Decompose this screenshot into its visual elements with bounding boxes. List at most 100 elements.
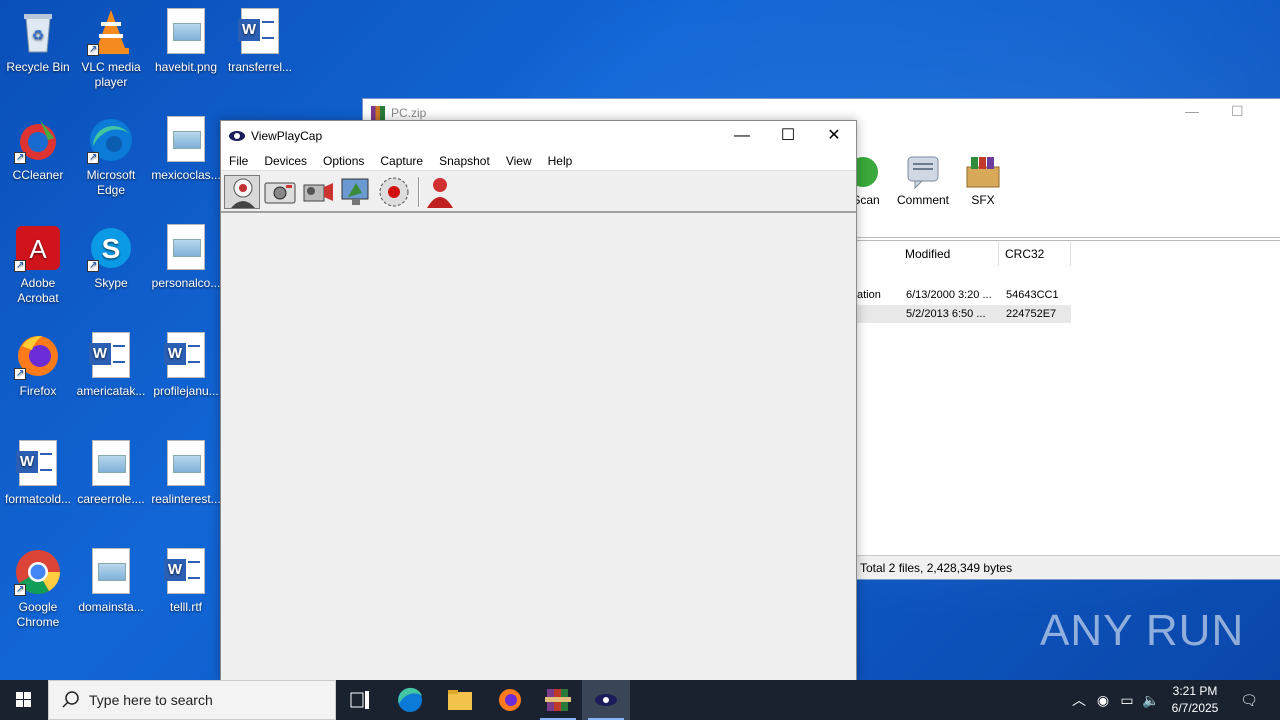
desktop-icon-domainsta[interactable]: domainsta... (73, 548, 149, 615)
svg-text:♻: ♻ (32, 27, 45, 43)
snapshot-camera-button[interactable] (262, 175, 298, 209)
desktop-icon-adobe-acrobat[interactable]: A Adobe Acrobat (0, 224, 76, 306)
desktop-icon-label: profilejanu... (153, 384, 219, 398)
tray-network-icon[interactable]: ▭ (1116, 680, 1138, 720)
maximize-button[interactable]: ☐ (765, 121, 811, 151)
menu-devices[interactable]: Devices (256, 151, 315, 171)
tray-overflow-chevron-icon[interactable]: ︿ (1068, 680, 1090, 720)
desktop-icon-formatcold[interactable]: W formatcold... (0, 440, 76, 507)
menu-snapshot[interactable]: Snapshot (431, 151, 498, 171)
desktop-icon-label: Adobe Acrobat (17, 276, 59, 305)
taskbar-clock[interactable]: 3:21 PM 6/7/2025 (1160, 683, 1230, 717)
desktop-icon-careerrole[interactable]: careerrole.... (73, 440, 149, 507)
notification-center-icon[interactable]: 🗨 (1234, 680, 1264, 720)
winrar-toolbar-divider (857, 237, 1280, 241)
taskbar-winrar[interactable] (534, 680, 582, 720)
desktop-icon-vlc[interactable]: VLC media player (73, 8, 149, 90)
desktop-icon-profilejanu[interactable]: W profilejanu... (148, 332, 224, 399)
desktop-icon-ccleaner[interactable]: CCleaner (0, 116, 76, 183)
camera-icon (264, 182, 296, 204)
taskbar-firefox[interactable] (486, 680, 534, 720)
viewplaycap-toolbar (221, 171, 856, 213)
desktop-icon-americatak[interactable]: W americatak... (73, 332, 149, 399)
desktop-icon-label: havebit.png (154, 60, 218, 74)
start-button[interactable] (0, 680, 48, 720)
taskbar-viewplaycap[interactable] (582, 680, 630, 720)
menu-view[interactable]: View (498, 151, 540, 171)
desktop-icon-recycle-bin[interactable]: ♻ Recycle Bin (0, 8, 76, 75)
clock-date: 6/7/2025 (1171, 701, 1219, 715)
file-row-modified[interactable]: 6/13/2000 3:20 ... (906, 289, 992, 301)
desktop-icon-label: Firefox (19, 384, 57, 398)
file-row-crc[interactable]: 224752E7 (1006, 308, 1056, 320)
taskbar-file-explorer[interactable] (436, 680, 484, 720)
image-file-icon (162, 224, 210, 272)
image-file-icon (162, 116, 210, 164)
desktop-icon-label: transferrel... (227, 60, 293, 74)
desktop-icon-label: personalco... (151, 276, 221, 290)
winrar-minimize-button[interactable]: — (1185, 103, 1199, 119)
video-preview-area[interactable] (221, 215, 856, 681)
taskbar: Type here to search ︿ ◉ ▭ 🔈 3:21 PM 6/7/… (0, 680, 1280, 720)
winrar-icon (545, 689, 571, 711)
viewplaycap-window[interactable]: ViewPlayCap — ☐ ✕ File Devices Options C… (220, 120, 857, 682)
desktop-icon-label: americatak... (76, 384, 146, 398)
file-row-modified[interactable]: 5/2/2013 6:50 ... (906, 308, 986, 320)
column-header-modified[interactable]: Modified (899, 242, 999, 266)
desktop-icon-google-chrome[interactable]: Google Chrome (0, 548, 76, 630)
task-view-button[interactable] (336, 680, 384, 720)
word-doc-icon: W (87, 332, 135, 380)
search-icon (62, 691, 79, 708)
word-doc-icon: W (162, 548, 210, 596)
minimize-button[interactable]: — (719, 121, 765, 151)
desktop-icon-firefox[interactable]: Firefox (0, 332, 76, 399)
desktop-icon-skype[interactable]: S Skype (73, 224, 149, 291)
desktop-icon-realinterest[interactable]: realinterest... (148, 440, 224, 507)
taskbar-edge[interactable] (386, 680, 434, 720)
desktop-icon-label: domainsta... (78, 600, 144, 614)
search-placeholder: Type here to search (89, 692, 213, 708)
winrar-maximize-button[interactable]: ☐ (1231, 103, 1244, 120)
viewplaycap-app-icon (229, 131, 245, 141)
menu-help[interactable]: Help (540, 151, 581, 171)
file-row-type: ation (857, 289, 881, 301)
file-row-crc[interactable]: 54643CC1 (1006, 289, 1059, 301)
desktop-icon-mexicoclas[interactable]: mexicoclas... (148, 116, 224, 183)
shortcut-arrow-icon (87, 42, 99, 57)
menu-file[interactable]: File (221, 151, 256, 171)
user-profile-button[interactable] (422, 175, 458, 209)
webcam-preview-button[interactable] (224, 175, 260, 209)
winrar-sfx-button[interactable]: SFX (953, 155, 1013, 207)
desktop-icon-havebit[interactable]: havebit.png (148, 8, 224, 75)
display-properties-button[interactable] (338, 175, 374, 209)
tray-meet-now-icon[interactable]: ◉ (1092, 680, 1114, 720)
desktop-icon-microsoft-edge[interactable]: Microsoft Edge (73, 116, 149, 198)
menu-options[interactable]: Options (315, 151, 372, 171)
shortcut-arrow-icon (87, 258, 99, 273)
edge-icon (87, 116, 135, 165)
winrar-sfx-label: SFX (971, 193, 995, 207)
winrar-status-text: Total 2 files, 2,428,349 bytes (860, 561, 1013, 575)
winrar-comment-label: Comment (896, 193, 949, 207)
image-file-icon (162, 8, 210, 56)
toolbar-divider (418, 177, 420, 207)
winrar-comment-button[interactable]: Comment (893, 155, 953, 207)
viewplaycap-title: ViewPlayCap (251, 129, 323, 143)
desktop-icon-transferrel[interactable]: W transferrel... (222, 8, 298, 75)
taskbar-search-box[interactable]: Type here to search (48, 680, 336, 720)
video-capture-button[interactable] (300, 175, 336, 209)
column-header-crc32[interactable]: CRC32 (999, 242, 1071, 266)
menu-capture[interactable]: Capture (372, 151, 431, 171)
close-button[interactable]: ✕ (811, 121, 857, 151)
shortcut-arrow-icon (14, 150, 26, 165)
winrar-title: PC.zip (391, 106, 427, 120)
desktop-icon-label: telll.rtf (169, 600, 202, 614)
word-doc-icon: W (162, 332, 210, 380)
tray-volume-icon[interactable]: 🔈 (1140, 680, 1162, 720)
record-button[interactable] (376, 175, 412, 209)
recycle-bin-icon: ♻ (14, 8, 62, 56)
desktop-icon-personalco[interactable]: personalco... (148, 224, 224, 291)
desktop-icon-label: Skype (94, 276, 128, 290)
folder-icon (448, 690, 472, 710)
desktop-icon-telll[interactable]: W telll.rtf (148, 548, 224, 615)
